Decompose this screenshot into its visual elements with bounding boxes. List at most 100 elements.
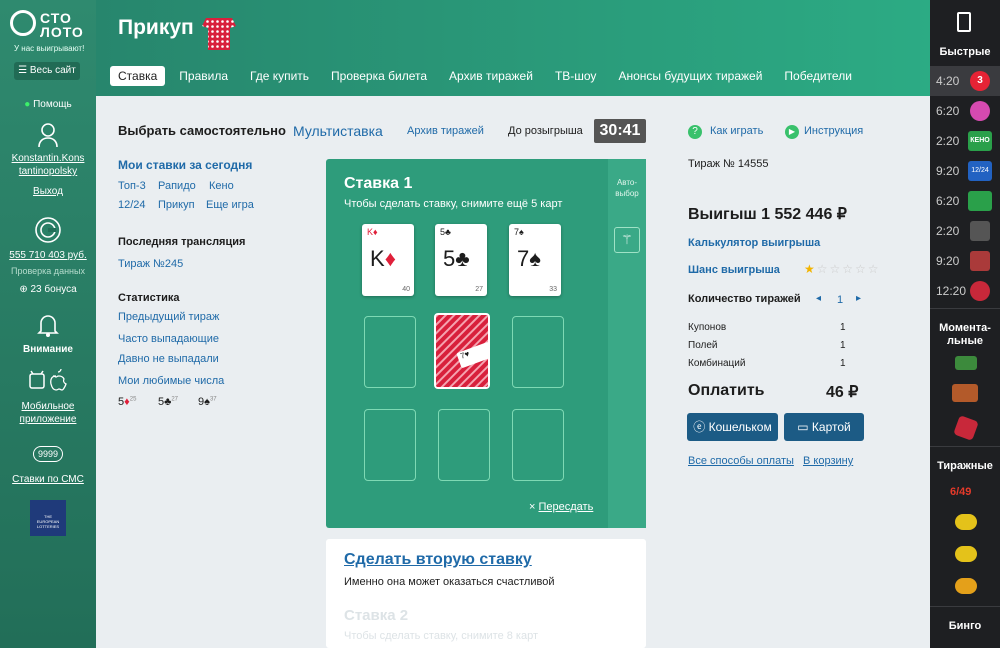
- game-item-6[interactable]: 2:20: [930, 216, 1000, 246]
- balance-link[interactable]: 555 710 403 руб.: [0, 250, 96, 261]
- link-more-game[interactable]: Еще игра: [206, 199, 254, 211]
- nav-where-buy[interactable]: Где купить: [242, 66, 317, 86]
- nav-future-draws[interactable]: Анонсы будущих тиражей: [610, 66, 770, 86]
- attention-label[interactable]: Внимание: [0, 344, 96, 355]
- link-top3[interactable]: Топ-3: [118, 180, 146, 192]
- drawn-card-2: 5♣ 5♣ 27: [435, 224, 487, 296]
- game-7-time: 9:20: [936, 254, 960, 268]
- bet-panel: Ставка 1 Чтобы сделать ставку, снимите е…: [326, 159, 646, 528]
- fields-value: 1: [840, 340, 846, 351]
- stoloto-logo[interactable]: СТО ЛОТО У нас выигрывают!: [10, 8, 90, 53]
- instant-game-2-icon[interactable]: [952, 384, 978, 402]
- nav-archive[interactable]: Архив тиражей: [441, 66, 541, 86]
- archive-link[interactable]: Архив тиражей: [407, 125, 484, 137]
- second-bet-link[interactable]: Сделать вторую ставку: [344, 551, 532, 569]
- link-prikup[interactable]: Прикуп: [158, 199, 195, 211]
- card-slot[interactable]: [364, 409, 416, 481]
- bonus-link[interactable]: ⊕ 23 бонуса: [0, 284, 96, 295]
- draw-game-4-icon[interactable]: [955, 578, 977, 594]
- balance-value: 555 710 403 руб.: [9, 250, 87, 261]
- last-draw-link[interactable]: Тираж №245: [118, 258, 183, 270]
- nav-tv-show[interactable]: ТВ-шоу: [547, 66, 605, 86]
- help-link[interactable]: ● Помощь: [0, 99, 96, 110]
- card1-corner: K♦: [367, 227, 378, 237]
- card2-num: 27: [475, 286, 483, 293]
- card2-corner: 5♣: [440, 227, 451, 237]
- wallet-icon[interactable]: [0, 216, 96, 247]
- draw-game-3-icon[interactable]: [955, 546, 977, 562]
- magic-wand-icon[interactable]: ⚚: [614, 227, 640, 253]
- nav-bet[interactable]: Ставка: [110, 66, 166, 86]
- link-rapido[interactable]: Рапидо: [158, 180, 196, 192]
- credit-card-icon: ▭: [797, 420, 812, 434]
- stat-frequent-link[interactable]: Часто выпадающие: [118, 333, 219, 345]
- user-name-link[interactable]: Konstantin.Kons tantinopolsky: [0, 152, 96, 178]
- card-deck[interactable]: 7♥: [434, 313, 490, 389]
- game-item-8[interactable]: 12:20: [930, 276, 1000, 306]
- draw-count-value[interactable]: 1: [837, 294, 843, 306]
- decrement-arrow-icon[interactable]: ◂: [816, 293, 821, 304]
- card-slot[interactable]: [512, 316, 564, 388]
- auto-select-label: Авто-выбор: [612, 177, 642, 199]
- instant-game-3-icon[interactable]: [953, 415, 979, 441]
- sms-link[interactable]: Ставки по СМС: [0, 474, 96, 485]
- nav-rules[interactable]: Правила: [171, 66, 236, 86]
- star-empty-icon: ☆☆☆☆☆: [816, 262, 881, 276]
- instruction-link[interactable]: Инструкция: [804, 125, 863, 137]
- 1224-icon: 12/24: [968, 161, 992, 181]
- wallet-icon: ⓔ: [693, 420, 709, 434]
- how-to-play-link[interactable]: Как играть: [710, 125, 763, 137]
- card-slot[interactable]: [512, 409, 564, 481]
- all-site-button[interactable]: ☰ Весь сайт: [14, 62, 80, 80]
- game-item-4[interactable]: 9:20 12/24: [930, 156, 1000, 186]
- user-avatar-icon[interactable]: [0, 122, 96, 151]
- european-lotteries-logo[interactable]: THE EUROPEAN LOTTERIES: [30, 500, 66, 536]
- card3-num: 33: [549, 286, 557, 293]
- calculator-link[interactable]: Калькулятор выигрыша: [688, 237, 820, 249]
- pay-wallet-button[interactable]: ⓔ Кошельком: [687, 413, 778, 441]
- my-bets-link[interactable]: Мои ставки за сегодня: [118, 158, 252, 172]
- divider: [930, 606, 1000, 607]
- bell-icon[interactable]: [0, 312, 96, 341]
- add-to-cart-link[interactable]: В корзину: [803, 455, 853, 467]
- card-shirt-icon: [202, 18, 236, 50]
- nav-check-ticket[interactable]: Проверка билета: [323, 66, 435, 86]
- stat-rare-link[interactable]: Давно не выпадали: [118, 353, 219, 365]
- card2-face: 5♣: [443, 246, 470, 272]
- link-keno[interactable]: Кено: [209, 180, 234, 192]
- card-slot[interactable]: [438, 409, 490, 481]
- link-1224[interactable]: 12/24: [118, 199, 146, 211]
- chance-link[interactable]: Шанс выигрыша: [688, 264, 780, 276]
- draw-game-2-icon[interactable]: [955, 514, 977, 530]
- resend-button[interactable]: × Пересдать: [529, 501, 593, 513]
- all-payments-link[interactable]: Все способы оплаты: [688, 455, 794, 467]
- mobile-app-link[interactable]: Мобильное приложение: [0, 400, 96, 426]
- combos-label: Комбинаций: [688, 358, 746, 369]
- tab-multibet[interactable]: Мультиставка: [293, 123, 383, 139]
- tab-self-select[interactable]: Выбрать самостоятельно: [118, 123, 286, 138]
- game-item-1[interactable]: 4:20 3: [930, 66, 1000, 96]
- card-slot[interactable]: [364, 316, 416, 388]
- stat-prev-draw-link[interactable]: Предыдущий тираж: [118, 311, 219, 323]
- game-item-2[interactable]: 6:20: [930, 96, 1000, 126]
- game-item-5[interactable]: 6:20: [930, 186, 1000, 216]
- second-bet-sub: Именно она может оказаться счастливой: [344, 576, 555, 588]
- stat-favorites-link[interactable]: Мои любимые числа: [118, 375, 224, 387]
- logout-link[interactable]: Выход: [0, 186, 96, 197]
- menu-icon: ☰: [18, 65, 30, 76]
- game-5-time: 6:20: [936, 194, 960, 208]
- instant-game-1-icon[interactable]: [955, 356, 977, 370]
- draw-count-label: Количество тиражей: [688, 293, 801, 305]
- nav-winners[interactable]: Победители: [776, 66, 860, 86]
- sms-icon[interactable]: 9999: [0, 446, 96, 462]
- right-games-bar: Быстрые 4:20 3 6:20 2:20 КЕНО 9:20 12/24 6:…: [930, 0, 1000, 648]
- user-name-1: Konstantin.Kons: [11, 153, 85, 164]
- game-item-3[interactable]: 2:20 КЕНО: [930, 126, 1000, 156]
- game-item-7[interactable]: 9:20: [930, 246, 1000, 276]
- auto-select-strip: [608, 159, 646, 528]
- left-sidebar: СТО ЛОТО У нас выигрывают! ☰ Весь сайт ●…: [0, 0, 96, 648]
- instant-1: Момента-: [939, 322, 991, 334]
- pay-card-button[interactable]: ▭ Картой: [784, 413, 864, 441]
- increment-arrow-icon[interactable]: ▸: [856, 293, 861, 304]
- lotto-649-icon[interactable]: 6/49: [950, 486, 971, 498]
